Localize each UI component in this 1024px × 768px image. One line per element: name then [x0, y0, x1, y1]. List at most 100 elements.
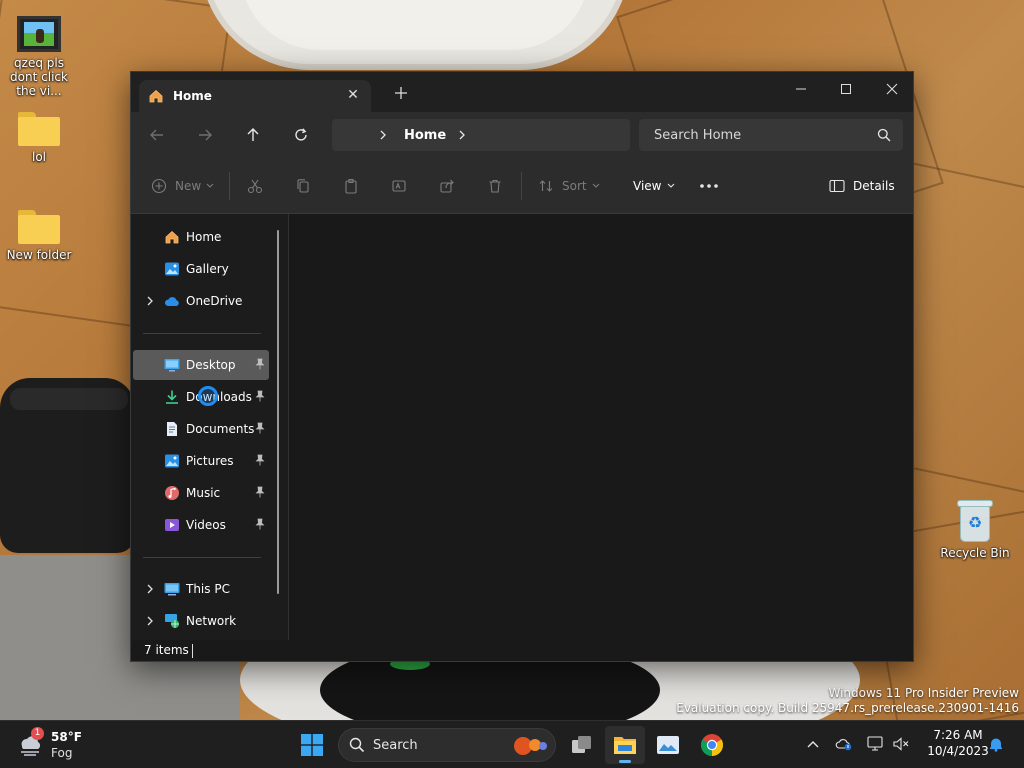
desktop-icon-recycle-bin[interactable]: ♻ Recycle Bin [937, 500, 1013, 560]
desktop-icon [164, 359, 180, 372]
share-icon [440, 179, 454, 193]
click-indicator [198, 386, 218, 406]
sort-icon [539, 180, 553, 192]
network-tray-button[interactable] [867, 735, 885, 753]
cut-button[interactable] [247, 172, 263, 200]
expand-chevron-icon[interactable] [145, 614, 155, 628]
pin-icon[interactable] [255, 486, 265, 498]
nav-item-gallery[interactable]: Gallery [133, 254, 269, 284]
chevron-up-icon [807, 741, 819, 748]
arrow-left-icon [150, 129, 163, 141]
maximize-button[interactable] [823, 75, 869, 103]
search-highlight-icon [514, 737, 547, 755]
view-button[interactable]: View [633, 172, 675, 200]
task-view-button[interactable] [562, 726, 602, 764]
refresh-icon [295, 128, 307, 141]
close-tab-icon[interactable]: ✕ [345, 87, 361, 103]
paste-button[interactable] [343, 172, 359, 200]
back-button[interactable] [143, 122, 171, 148]
chevron-down-icon [592, 183, 599, 188]
navigation-pane-scrollbar[interactable] [277, 230, 279, 594]
search-input[interactable] [639, 119, 903, 151]
minimize-button[interactable] [778, 75, 824, 103]
taskbar: 1 58°F Fog Search 7:26 AM 10/4/2023 [0, 720, 1024, 768]
rename-button[interactable] [391, 172, 407, 200]
details-button[interactable]: Details [829, 172, 895, 200]
network-status-icon [867, 736, 883, 751]
speaker-muted-icon [893, 737, 909, 751]
forward-button[interactable] [191, 122, 219, 148]
paste-icon [345, 179, 357, 194]
wallpaper-bin-lid [10, 388, 128, 410]
nav-item-label: Network [186, 614, 237, 628]
more-options-button[interactable] [699, 172, 719, 200]
nav-item-this-pc[interactable]: This PC [133, 574, 269, 604]
close-window-button[interactable] [869, 75, 913, 103]
share-button[interactable] [439, 172, 455, 200]
start-button[interactable] [292, 726, 332, 764]
new-button[interactable]: New [151, 172, 214, 200]
delete-button[interactable] [487, 172, 503, 200]
address-bar[interactable]: Home [332, 119, 630, 151]
sort-button[interactable]: Sort [538, 172, 600, 200]
content-area[interactable] [289, 214, 913, 640]
chrome-taskbar-button[interactable] [692, 726, 732, 764]
expand-chevron-icon[interactable] [145, 294, 155, 308]
nav-item-label: This PC [186, 582, 230, 596]
home-icon [149, 89, 163, 103]
volume-tray-button[interactable] [892, 735, 910, 753]
nav-item-desktop[interactable]: Desktop [133, 350, 269, 380]
file-explorer-window: Home ✕ Home Search Home New Sort View De… [130, 71, 914, 662]
copy-button[interactable] [295, 172, 311, 200]
recycle-bin-icon: ♻ [957, 500, 993, 542]
pin-icon[interactable] [255, 518, 265, 530]
weather-badge: 1 [31, 727, 44, 740]
nav-item-label: Music [186, 486, 221, 500]
file-explorer-taskbar-button[interactable] [605, 726, 645, 764]
nav-item-documents[interactable]: Documents [133, 414, 269, 444]
chevron-right-icon[interactable] [458, 130, 466, 140]
desktop-icon-video[interactable]: qzeq pls dont click the vi... [1, 16, 77, 98]
bell-icon [990, 738, 1002, 752]
chevron-right-icon[interactable] [376, 130, 390, 140]
plus-icon [395, 87, 407, 99]
onedrive-tray-button[interactable] [835, 735, 853, 753]
nav-item-onedrive[interactable]: OneDrive [133, 286, 269, 316]
nav-item-music[interactable]: Music [133, 478, 269, 508]
desktop-icon-lol[interactable]: lol [1, 112, 77, 164]
music-icon [165, 486, 179, 500]
show-hidden-icons-button[interactable] [804, 735, 822, 753]
nav-item-network[interactable]: Network [133, 606, 269, 636]
pin-icon[interactable] [255, 358, 265, 370]
nav-item-videos[interactable]: Videos [133, 510, 269, 540]
refresh-button[interactable] [287, 122, 315, 148]
title-bar[interactable]: Home ✕ [131, 72, 913, 112]
system-clock[interactable]: 7:26 AM 10/4/2023 [920, 727, 996, 759]
taskbar-search[interactable]: Search [338, 728, 556, 762]
nav-item-home[interactable]: Home [133, 222, 269, 252]
breadcrumb-home[interactable]: Home [404, 128, 446, 143]
view-label: View [633, 179, 662, 193]
weather-widget[interactable]: 1 58°F Fog [16, 727, 96, 761]
pin-icon[interactable] [255, 390, 265, 402]
desktop-icon-new-folder[interactable]: New folder [1, 210, 77, 262]
search-icon[interactable] [877, 128, 891, 145]
video-file-icon [17, 16, 61, 52]
pin-icon[interactable] [255, 422, 265, 434]
new-tab-button[interactable] [391, 85, 411, 105]
pin-icon[interactable] [255, 454, 265, 466]
sort-label: Sort [562, 179, 587, 193]
up-button[interactable] [239, 122, 267, 148]
wallpaper-bowl-inner [240, 0, 590, 50]
chrome-icon [701, 734, 723, 756]
nav-item-pictures[interactable]: Pictures [133, 446, 269, 476]
expand-chevron-icon[interactable] [145, 582, 155, 596]
photos-taskbar-button[interactable] [648, 726, 688, 764]
tab-home[interactable]: Home ✕ [139, 80, 371, 112]
nav-item-label: Downloads [186, 390, 252, 404]
arrow-right-icon [199, 129, 212, 141]
toolbar-divider [521, 172, 522, 200]
notifications-button[interactable] [987, 735, 1005, 753]
clock-time: 7:26 AM [933, 728, 983, 742]
maximize-icon [841, 84, 851, 94]
